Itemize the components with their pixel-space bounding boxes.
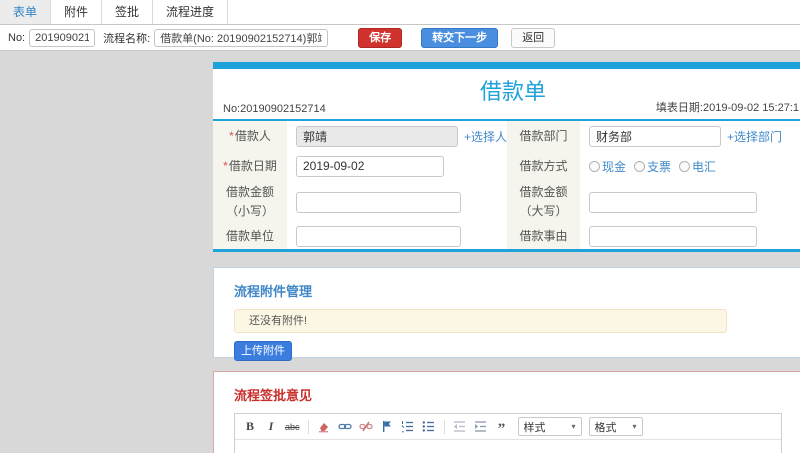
department-cell: +选择部门 [580,121,800,151]
tab-progress[interactable]: 流程进度 [153,0,229,24]
remove-format-icon[interactable] [315,418,333,436]
styles-dropdown[interactable]: 样式 ▾ [517,417,582,436]
back-button[interactable]: 返回 [511,27,556,48]
amount-small-input[interactable] [296,191,461,213]
radio-icon[interactable] [634,160,646,172]
format-dropdown[interactable]: 格式 ▾ [588,417,643,436]
bullet-list-icon[interactable] [420,418,438,436]
unit-label: 借款单位 [213,223,287,249]
editor-content-area[interactable] [235,440,781,453]
attachments-panel: 流程附件管理 还没有附件! 上传附件 [213,267,800,361]
toolbar-separator [307,419,309,434]
unit-input[interactable] [296,225,461,247]
method-radio-group: 现金 支票 电汇 [589,158,716,175]
method-cell: 现金 支票 电汇 [580,151,800,181]
outdent-icon[interactable] [451,418,469,436]
attachments-header: 流程附件管理 [234,284,313,299]
bold-button[interactable]: B [241,418,259,436]
strikethrough-button[interactable]: abc [283,418,302,436]
rich-text-editor: B I abc ” 样式 ▾ 格式 ▾ [234,413,782,453]
no-label: No: [8,31,26,44]
loan-date-input[interactable] [296,155,444,177]
tab-attachment[interactable]: 附件 [51,0,103,24]
borrower-cell: +选择人员 [287,121,519,151]
amount-small-cell [287,181,507,223]
editor-toolbar: B I abc ” 样式 ▾ 格式 ▾ [235,414,781,440]
approval-panel: 流程签批意见 B I abc ” 样式 ▾ 格式 ▾ [213,371,800,453]
no-input[interactable] [29,28,96,47]
borrower-label: *借款人 [213,121,287,151]
unit-cell [287,223,507,249]
italic-button[interactable]: I [262,418,280,436]
radio-wire[interactable]: 电汇 [679,158,716,175]
amount-small-label: 借款金额（小写） [213,181,287,223]
form-table: *借款人 +选择人员 借款部门 +选择部门 *借款日期 借款方式 [213,121,800,249]
loan-form-panel: 借款单 No:20190902152714 填表日期:2019-09-02 15… [213,62,800,252]
no-attachments-alert: 还没有附件! [234,309,727,333]
approval-header: 流程签批意见 [234,388,313,403]
loan-date-label: *借款日期 [213,151,287,181]
radio-cheque[interactable]: 支票 [634,158,671,175]
tab-form[interactable]: 表单 [0,0,52,24]
amount-big-input[interactable] [589,191,757,213]
indent-icon[interactable] [472,418,490,436]
reason-input[interactable] [589,225,757,247]
form-title: 借款单 [479,79,546,104]
amount-big-cell [580,181,800,223]
tab-approval[interactable]: 签批 [102,0,154,24]
required-asterisk: * [229,128,234,143]
reason-label: 借款事由 [507,223,580,249]
toolbar-separator [443,419,445,434]
process-name-label: 流程名称: [103,32,151,45]
method-label: 借款方式 [507,151,580,181]
fill-date: 填表日期:2019-09-02 15:27:1 [655,102,799,114]
panel-accent-bar [213,62,800,69]
select-department-link[interactable]: +选择部门 [727,128,782,145]
process-name-input[interactable] [154,28,329,47]
chevron-down-icon: ▾ [632,422,637,431]
doc-number: No:20190902152714 [223,103,326,115]
radio-icon[interactable] [679,160,691,172]
next-step-button[interactable]: 转交下一步 [421,27,499,48]
chevron-down-icon: ▾ [571,422,576,431]
upload-attachment-button[interactable]: 上传附件 [234,341,292,361]
department-label: 借款部门 [507,121,580,151]
reason-cell [580,223,800,249]
anchor-flag-icon[interactable] [378,418,396,436]
app-root: 表单 附件 签批 流程进度 No: 流程名称: 保存 转交下一步 返回 借款单 … [0,0,800,453]
amount-big-label: 借款金额（大写） [507,181,580,223]
blockquote-button[interactable]: ” [493,418,511,437]
tab-bar: 表单 附件 签批 流程进度 [0,0,800,25]
divider [213,249,800,252]
numbered-list-icon[interactable] [399,418,417,436]
required-asterisk: * [223,158,228,173]
radio-icon[interactable] [589,160,600,172]
link-icon[interactable] [336,418,354,436]
department-input[interactable] [589,125,721,147]
save-button[interactable]: 保存 [358,27,403,48]
toolbar: No: 流程名称: 保存 转交下一步 返回 [0,25,800,51]
unlink-icon[interactable] [357,418,375,436]
borrower-input[interactable] [296,125,458,147]
loan-date-cell [287,151,507,181]
radio-cash[interactable]: 现金 [589,158,626,175]
